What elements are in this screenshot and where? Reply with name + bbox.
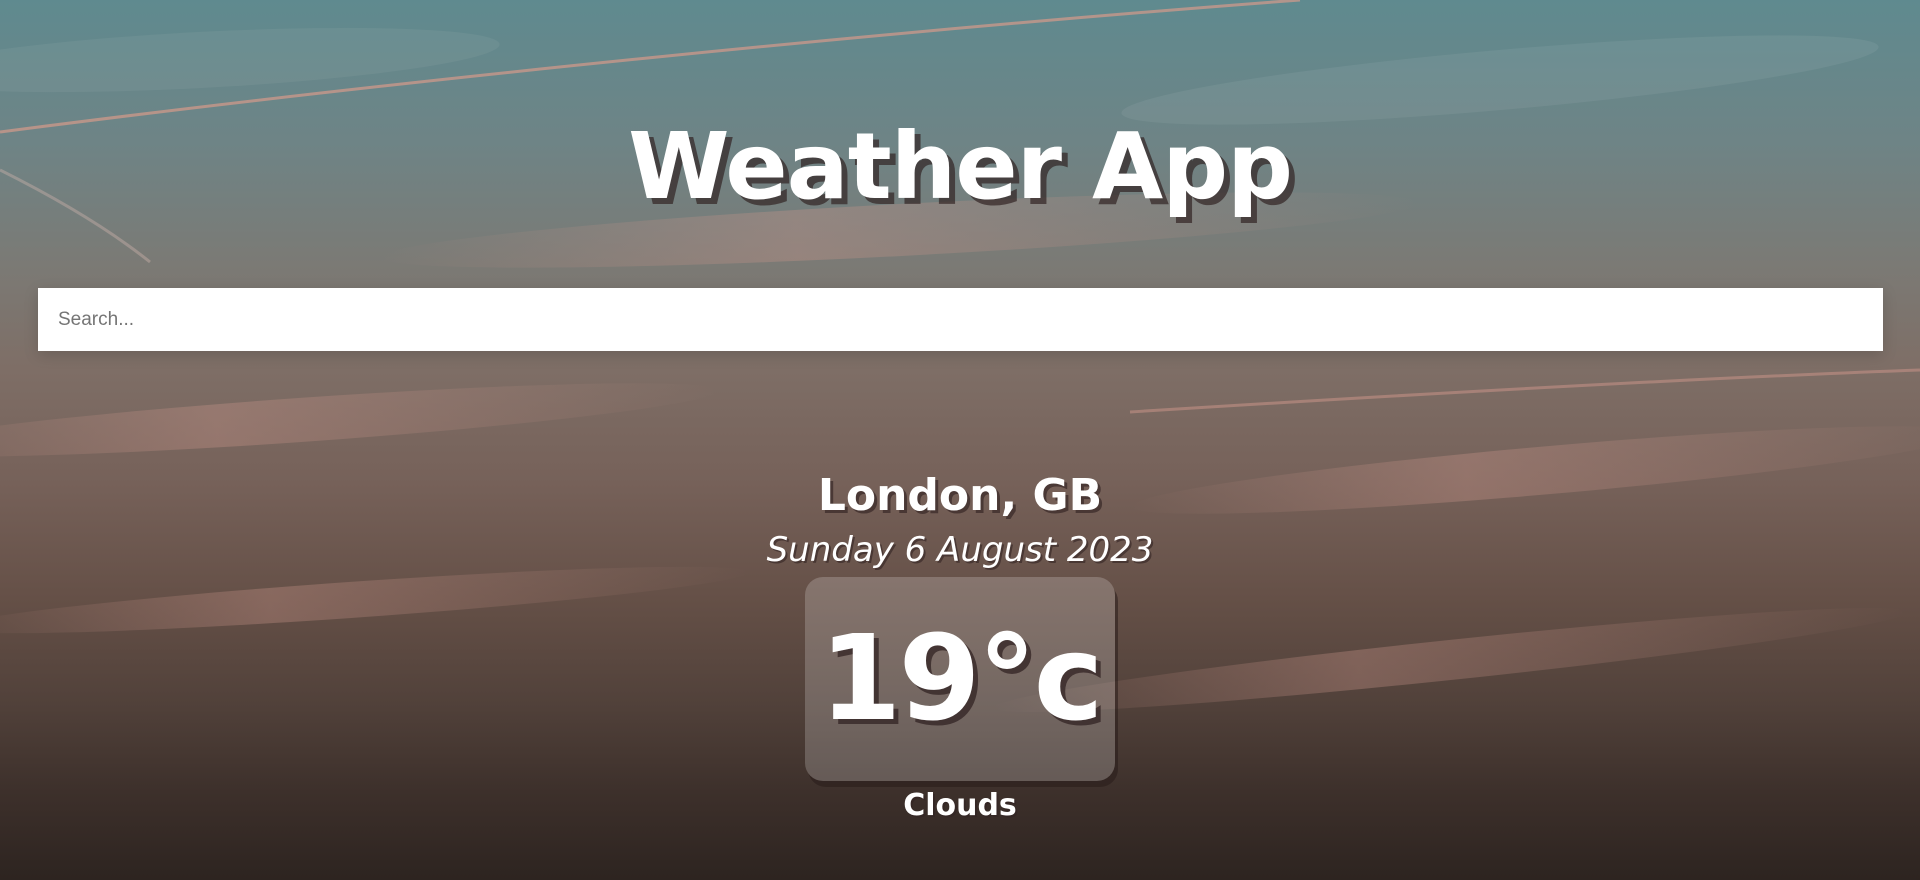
app-title: Weather App: [628, 113, 1293, 220]
weather-condition: Clouds: [903, 788, 1017, 823]
temperature-card: 19°c: [805, 577, 1115, 781]
current-date: Sunday 6 August 2023: [766, 530, 1154, 570]
search-input[interactable]: [38, 288, 1883, 351]
location-name: London, GB: [817, 470, 1103, 521]
weather-app: Weather App London, GB Sunday 6 August 2…: [0, 0, 1920, 880]
search-box: [38, 288, 1883, 351]
temperature-value: 19°c: [819, 609, 1103, 747]
